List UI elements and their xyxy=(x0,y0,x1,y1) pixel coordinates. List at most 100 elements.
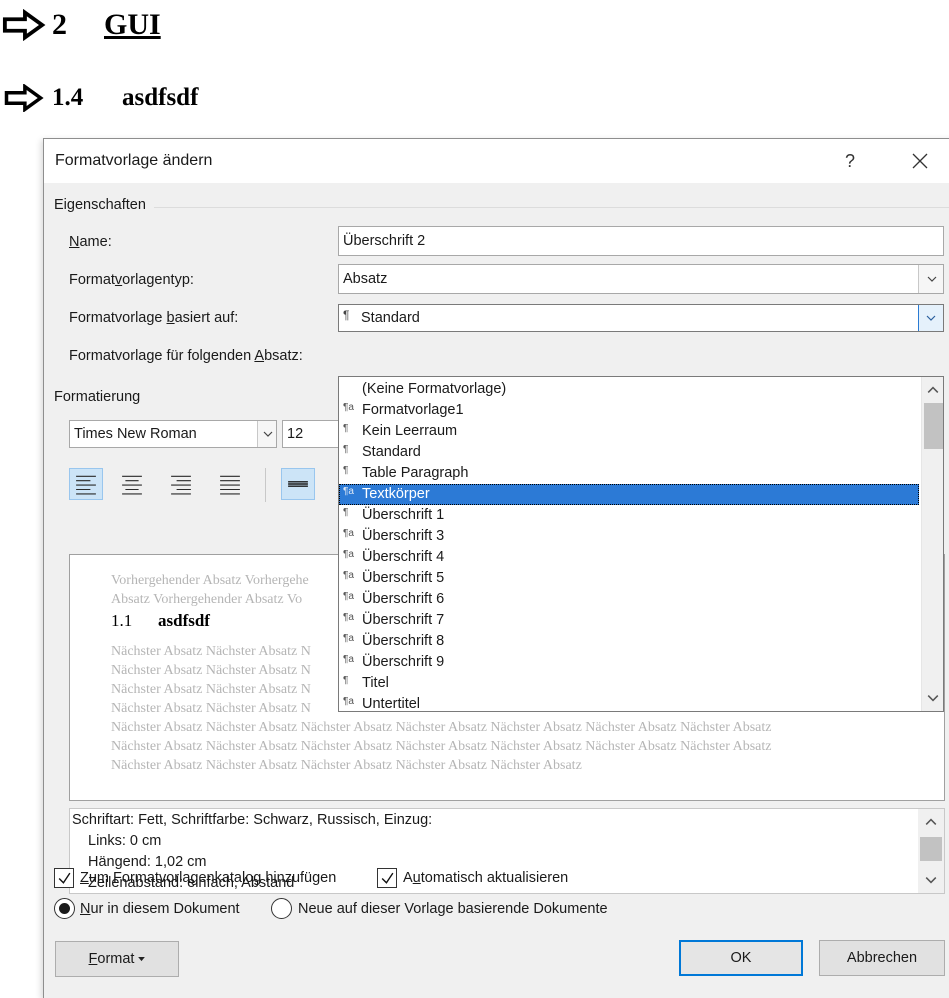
chevron-down-icon xyxy=(263,431,272,437)
font-combo[interactable]: Times New Roman xyxy=(69,420,277,448)
paragraph-style-icon: ¶ xyxy=(343,444,349,455)
preview-previous-line: Absatz Vorhergehender Absatz Vo xyxy=(111,592,303,607)
scroll-thumb[interactable] xyxy=(924,403,943,449)
close-button[interactable] xyxy=(900,147,940,175)
dropdown-item[interactable]: ¶ Table Paragraph xyxy=(339,463,919,484)
preview-next-line: Nächster Absatz Nächster Absatz Nächster… xyxy=(111,739,772,754)
scroll-up-icon[interactable] xyxy=(922,379,943,401)
heading-1-number: 2 xyxy=(52,8,67,41)
dropdown-item[interactable]: ¶a Überschrift 3 xyxy=(339,526,919,547)
formatting-group-title: Formatierung xyxy=(54,389,141,405)
dropdown-item[interactable]: ¶a Überschrift 9 xyxy=(339,652,919,673)
description-line: Links: 0 cm xyxy=(88,833,162,849)
caret-down-icon xyxy=(138,956,146,961)
based-on-dropdown-button[interactable] xyxy=(918,305,943,331)
paragraph-style-icon: ¶ xyxy=(343,507,349,518)
heading-1-text: GUI xyxy=(104,8,161,41)
dropdown-item[interactable]: ¶ Standard xyxy=(339,442,919,463)
linked-style-icon: ¶a xyxy=(343,654,354,665)
add-to-gallery-label[interactable]: Zum Formatvorlagenkatalog hinzufügen xyxy=(80,870,336,886)
line-spacing-icon xyxy=(288,481,308,487)
add-to-gallery-checkbox[interactable] xyxy=(54,868,74,888)
dialog-titlebar: Formatvorlage ändern ? xyxy=(44,139,949,183)
chevron-down-icon xyxy=(926,315,936,321)
only-this-document-label[interactable]: Nur in diesem Dokument xyxy=(80,901,240,917)
checkmark-icon xyxy=(58,872,70,884)
linked-style-icon: ¶a xyxy=(343,486,354,497)
help-button[interactable]: ? xyxy=(830,147,870,175)
radio-selected-dot xyxy=(59,903,70,914)
paragraph-style-icon: ¶ xyxy=(343,423,349,434)
scroll-down-icon[interactable] xyxy=(920,869,942,891)
preview-previous-line: Vorhergehender Absatz Vorhergehe xyxy=(111,573,309,588)
dropdown-item[interactable]: ¶a Überschrift 7 xyxy=(339,610,919,631)
preview-next-line: Nächster Absatz Nächster Absatz N xyxy=(111,663,311,678)
ok-button[interactable]: OK xyxy=(679,940,803,976)
dialog-body: Eigenschaften Name: Überschrift 2 Format… xyxy=(44,183,949,998)
font-size-combo[interactable]: 12 xyxy=(282,420,342,448)
dropdown-item[interactable]: ¶a Überschrift 4 xyxy=(339,547,919,568)
font-value: Times New Roman xyxy=(74,426,197,442)
linked-style-icon: ¶a xyxy=(343,633,354,644)
cancel-button[interactable]: Abbrechen xyxy=(819,940,945,976)
auto-update-checkbox[interactable] xyxy=(377,868,397,888)
document-heading-1: 2 GUI xyxy=(2,8,161,42)
linked-style-icon: ¶a xyxy=(343,402,354,413)
font-size-value: 12 xyxy=(287,426,304,442)
style-type-dropdown-button[interactable] xyxy=(918,265,943,293)
preview-next-line: Nächster Absatz Nächster Absatz Nächster… xyxy=(111,758,582,773)
dropdown-item[interactable]: ¶a Untertitel xyxy=(339,694,919,711)
arrow-right-icon xyxy=(4,84,44,112)
linked-style-icon: ¶a xyxy=(343,591,354,602)
scroll-thumb[interactable] xyxy=(920,837,942,861)
dropdown-item[interactable]: ¶a Überschrift 6 xyxy=(339,589,919,610)
dropdown-item[interactable]: (Keine Formatvorlage) xyxy=(339,379,919,400)
dropdown-item[interactable]: ¶ Kein Leerraum xyxy=(339,421,919,442)
properties-group-title: Eigenschaften xyxy=(54,197,146,213)
paragraph-style-icon: ¶ xyxy=(343,675,349,686)
justify-icon xyxy=(220,475,240,495)
next-paragraph-label: Formatvorlage für folgenden Absatz: xyxy=(69,348,303,364)
scroll-up-icon[interactable] xyxy=(920,811,942,833)
document-heading-2: 1.4 asdfsdf xyxy=(2,84,198,112)
new-documents-label[interactable]: Neue auf dieser Vorlage basierende Dokum… xyxy=(298,901,608,917)
align-left-button[interactable] xyxy=(69,468,103,500)
description-scrollbar[interactable] xyxy=(918,809,944,893)
based-on-combo[interactable]: ¶ Standard xyxy=(338,304,944,332)
align-center-icon xyxy=(122,475,142,495)
name-label: Name: xyxy=(69,234,112,250)
preview-next-line: Nächster Absatz Nächster Absatz Nächster… xyxy=(111,720,772,735)
only-this-document-radio[interactable] xyxy=(54,898,75,919)
dropdown-item[interactable]: ¶a Textkörper xyxy=(339,484,919,505)
dialog-title: Formatvorlage ändern xyxy=(55,152,213,169)
dropdown-item[interactable]: ¶ Titel xyxy=(339,673,919,694)
align-right-button[interactable] xyxy=(164,468,198,500)
preview-next-line: Nächster Absatz Nächster Absatz N xyxy=(111,701,311,716)
scroll-down-icon[interactable] xyxy=(922,687,943,709)
paragraph-style-icon: ¶ xyxy=(343,308,350,322)
format-menu-button[interactable]: Format xyxy=(55,941,179,977)
align-right-icon xyxy=(171,475,191,495)
name-field[interactable]: Überschrift 2 xyxy=(338,226,944,256)
new-documents-radio[interactable] xyxy=(271,898,292,919)
based-on-dropdown-list[interactable]: (Keine Formatvorlage) ¶a Formatvorlage1 ¶ Ke… xyxy=(338,376,944,712)
dropdown-scrollbar[interactable] xyxy=(921,377,943,711)
justify-button[interactable] xyxy=(213,468,247,500)
style-type-label: Formatvorlagentyp: xyxy=(69,272,194,288)
style-type-combo[interactable]: Absatz xyxy=(338,264,944,294)
linked-style-icon: ¶a xyxy=(343,528,354,539)
dropdown-item[interactable]: ¶a Überschrift 8 xyxy=(339,631,919,652)
auto-update-label[interactable]: Automatisch aktualisieren xyxy=(403,870,568,886)
checkmark-icon xyxy=(381,872,393,884)
description-line: Schriftart: Fett, Schriftfarbe: Schwarz,… xyxy=(72,812,433,828)
line-spacing-single-button[interactable] xyxy=(281,468,315,500)
dropdown-item[interactable]: ¶a Formatvorlage1 xyxy=(339,400,919,421)
align-center-button[interactable] xyxy=(115,468,149,500)
paragraph-style-icon: ¶ xyxy=(343,465,349,476)
dropdown-item[interactable]: ¶ Überschrift 1 xyxy=(339,505,919,526)
dropdown-item[interactable]: ¶a Überschrift 5 xyxy=(339,568,919,589)
font-dropdown-button[interactable] xyxy=(257,421,276,447)
close-icon xyxy=(912,153,928,169)
preview-heading-text: asdfsdf xyxy=(158,611,210,630)
heading-2-text: asdfsdf xyxy=(122,84,199,111)
